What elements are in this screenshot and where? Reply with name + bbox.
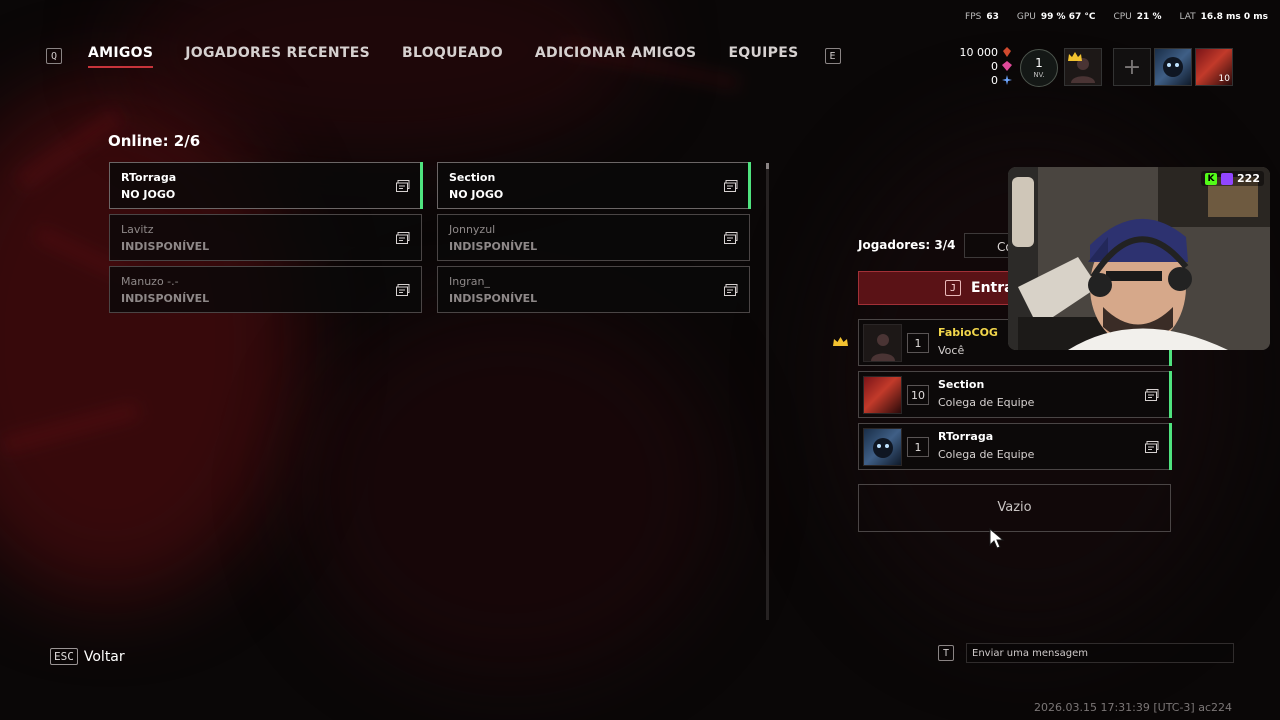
profile-card-icon[interactable] <box>724 284 738 296</box>
profile-card-icon[interactable] <box>724 232 738 244</box>
tab-amigos[interactable]: AMIGOS <box>88 45 154 68</box>
friends-scrollbar[interactable] <box>766 163 769 620</box>
member-role: Você <box>938 344 965 357</box>
friend-name: Ingran_ <box>449 275 490 288</box>
friend-card[interactable]: Section NO JOGO <box>437 162 751 209</box>
currency-value: 10 000 <box>959 45 999 59</box>
creature-avatar-icon <box>1163 57 1183 77</box>
empty-slot-label: Vazio <box>997 500 1032 515</box>
next-tab-key[interactable]: E <box>824 48 841 64</box>
party-slot-self[interactable] <box>1064 48 1102 86</box>
live-viewers: K 222 <box>1201 171 1264 186</box>
gem-icon <box>1002 61 1012 71</box>
chat-message-input[interactable] <box>966 643 1234 663</box>
friend-card[interactable]: Ingran_ INDISPONÍVEL <box>437 266 750 313</box>
twitch-icon <box>1221 172 1234 185</box>
party-member-row[interactable]: 1 RTorraga Colega de Equipe <box>858 423 1172 470</box>
prev-tab-key[interactable]: Q <box>46 48 62 64</box>
mouse-cursor-icon <box>989 528 1005 549</box>
kick-icon: K <box>1205 172 1218 185</box>
avatar <box>863 428 902 466</box>
scrollbar-thumb[interactable] <box>766 163 769 169</box>
member-name: Section <box>938 378 985 391</box>
online-indicator <box>1169 371 1172 418</box>
tab-bloqueado[interactable]: BLOQUEADO <box>402 45 503 67</box>
shard-icon <box>1003 47 1011 57</box>
tab-equipes[interactable]: EQUIPES <box>728 45 798 67</box>
friend-name: Manuzo -.- <box>121 275 179 288</box>
member-role: Colega de Equipe <box>938 396 1035 409</box>
party-slot-avatar[interactable]: 10 <box>1195 48 1233 86</box>
esc-key: ESC <box>50 648 78 665</box>
empty-party-slot[interactable]: Vazio <box>858 484 1171 532</box>
friend-card[interactable]: Jonnyzul INDISPONÍVEL <box>437 214 750 261</box>
online-indicator <box>1169 423 1172 470</box>
member-level: 10 <box>907 385 929 405</box>
slot-level: 10 <box>1218 74 1230 84</box>
tab-jogadores-recentes[interactable]: JOGADORES RECENTES <box>185 45 370 67</box>
add-party-member-button[interactable]: + <box>1113 48 1151 86</box>
party-leader-crown-icon <box>833 337 848 346</box>
currency-value: 0 <box>991 59 998 73</box>
party-member-row[interactable]: 10 Section Colega de Equipe <box>858 371 1172 418</box>
friend-card[interactable]: RTorraga NO JOGO <box>109 162 423 209</box>
streamer-webcam: K 222 <box>1008 167 1270 350</box>
friend-status: INDISPONÍVEL <box>449 292 538 305</box>
back-label: Voltar <box>83 648 125 665</box>
currency-value: 0 <box>991 73 998 87</box>
viewer-count: 222 <box>1237 172 1260 185</box>
profile-card-icon[interactable] <box>396 232 410 244</box>
online-indicator <box>420 162 423 209</box>
performance-overlay: FPS 63 GPU 99 % 67 °C CPU 21 % LAT 16.8 ms 0… <box>965 12 1268 22</box>
account-level-badge[interactable]: 1 NV. <box>1020 49 1058 87</box>
online-count: Online: 2/6 <box>108 132 201 150</box>
friend-name: Section <box>449 171 496 184</box>
friend-card[interactable]: Lavitz INDISPONÍVEL <box>109 214 422 261</box>
profile-card-icon[interactable] <box>1145 441 1159 453</box>
friend-status: NO JOGO <box>121 188 176 201</box>
profile-card-icon[interactable] <box>396 180 410 192</box>
member-level: 1 <box>907 333 929 353</box>
member-name: RTorraga <box>938 430 994 443</box>
friend-name: Jonnyzul <box>449 223 496 236</box>
friend-status: INDISPONÍVEL <box>121 292 210 305</box>
friend-name: Lavitz <box>121 223 154 236</box>
chat-key: T <box>938 645 954 661</box>
member-role: Colega de Equipe <box>938 448 1035 461</box>
plus-icon: + <box>1122 54 1142 80</box>
profile-card-icon[interactable] <box>396 284 410 296</box>
friend-status: INDISPONÍVEL <box>449 240 538 253</box>
currency-panel: 10 000 0 0 <box>950 45 1012 87</box>
member-level: 1 <box>907 437 929 457</box>
avatar <box>863 376 902 414</box>
profile-card-icon[interactable] <box>1145 389 1159 401</box>
friend-status: NO JOGO <box>449 188 504 201</box>
crown-icon <box>1068 52 1082 61</box>
friend-status: INDISPONÍVEL <box>121 240 210 253</box>
webcam-image <box>1008 167 1270 350</box>
join-key: J <box>945 280 961 296</box>
star-icon <box>1002 75 1012 85</box>
online-indicator <box>748 162 751 209</box>
build-timestamp: 2026.03.15 17:31:39 [UTC-3] ac224 <box>1033 701 1232 714</box>
social-tabs: Q AMIGOS JOGADORES RECENTES BLOQUEADO AD… <box>46 45 841 68</box>
tab-adicionar-amigos[interactable]: ADICIONAR AMIGOS <box>535 45 697 67</box>
party-slot-avatar[interactable] <box>1154 48 1192 86</box>
avatar <box>863 324 902 362</box>
friend-card[interactable]: Manuzo -.- INDISPONÍVEL <box>109 266 422 313</box>
profile-card-icon[interactable] <box>724 180 738 192</box>
party-player-count: Jogadores: 3/4 <box>858 238 956 252</box>
friend-name: RTorraga <box>121 171 177 184</box>
member-name: FabioCOG <box>938 326 998 339</box>
back-button[interactable]: ESC Voltar <box>50 648 125 665</box>
